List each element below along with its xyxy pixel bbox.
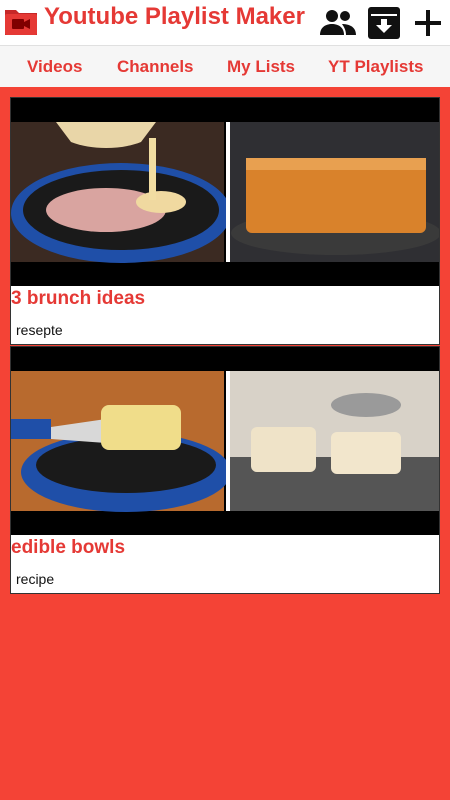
app-title: Youtube Playlist Maker xyxy=(44,3,305,30)
playlist-title: edible bowls xyxy=(11,537,126,558)
video-folder-icon xyxy=(3,4,39,38)
playlist-description: resepte xyxy=(16,322,63,338)
tab-bar: Videos Channels My Lists YT Playlists xyxy=(0,45,450,87)
tab-channels[interactable]: Channels xyxy=(117,57,194,77)
people-icon[interactable] xyxy=(318,5,358,41)
tab-my-lists[interactable]: My Lists xyxy=(227,57,295,77)
archive-download-icon[interactable] xyxy=(364,5,404,41)
playlist-card[interactable]: 3 brunch ideas resepte xyxy=(10,97,440,345)
tab-yt-playlists[interactable]: YT Playlists xyxy=(328,57,423,77)
playlist-thumbnail[interactable] xyxy=(11,98,439,286)
playlist-description: recipe xyxy=(16,571,55,587)
playlist-title: 3 brunch ideas xyxy=(11,288,146,309)
playlist-card[interactable]: edible bowls recipe xyxy=(10,346,440,594)
add-icon[interactable] xyxy=(408,5,448,41)
app-bar: Youtube Playlist Maker xyxy=(0,0,450,45)
tab-videos[interactable]: Videos xyxy=(27,57,82,77)
playlist-thumbnail[interactable] xyxy=(11,347,439,535)
